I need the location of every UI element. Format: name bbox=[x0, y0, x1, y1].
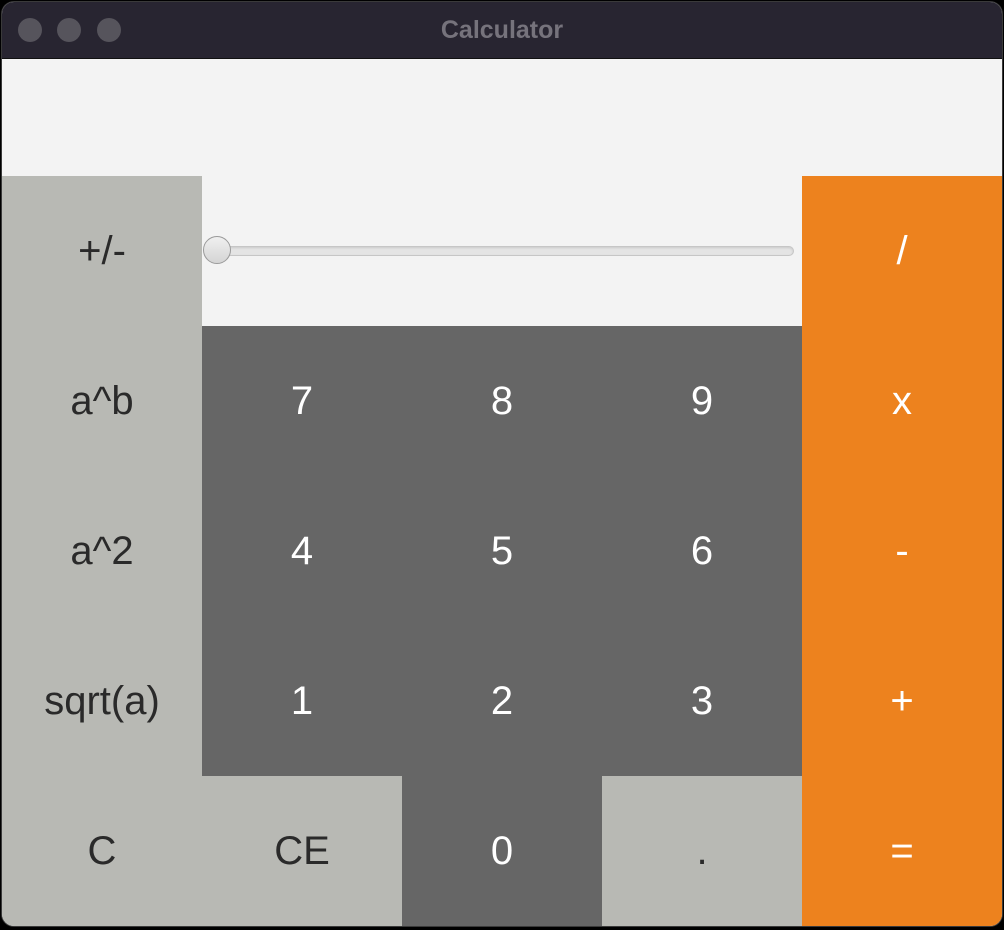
calculator-display bbox=[2, 59, 1002, 176]
digit-2-button[interactable]: 2 bbox=[402, 626, 602, 776]
digit-7-button[interactable]: 7 bbox=[202, 326, 402, 476]
digit-4-button[interactable]: 4 bbox=[202, 476, 402, 626]
digit-9-button[interactable]: 9 bbox=[602, 326, 802, 476]
equals-button[interactable]: = bbox=[802, 776, 1002, 926]
value-slider[interactable] bbox=[202, 176, 802, 326]
slider-thumb[interactable] bbox=[203, 236, 231, 264]
clear-entry-button[interactable]: CE bbox=[202, 776, 402, 926]
title-bar[interactable]: Calculator bbox=[2, 2, 1002, 59]
digit-1-button[interactable]: 1 bbox=[202, 626, 402, 776]
window-title: Calculator bbox=[440, 16, 564, 44]
square-button[interactable]: a^2 bbox=[2, 476, 202, 626]
subtract-button[interactable]: - bbox=[802, 476, 1002, 626]
clear-button[interactable]: C bbox=[2, 776, 202, 926]
digit-3-button[interactable]: 3 bbox=[602, 626, 802, 776]
divide-button[interactable]: / bbox=[802, 176, 1002, 326]
calculator-window: Calculator +/- / a^b 7 8 9 x a^2 4 5 6 -… bbox=[2, 2, 1002, 926]
digit-5-button[interactable]: 5 bbox=[402, 476, 602, 626]
digit-6-button[interactable]: 6 bbox=[602, 476, 802, 626]
power-button[interactable]: a^b bbox=[2, 326, 202, 476]
multiply-button[interactable]: x bbox=[802, 326, 1002, 476]
slider-track[interactable] bbox=[218, 246, 794, 256]
decimal-button[interactable]: . bbox=[602, 776, 802, 926]
digit-0-button[interactable]: 0 bbox=[402, 776, 602, 926]
negate-button[interactable]: +/- bbox=[2, 176, 202, 326]
sqrt-button[interactable]: sqrt(a) bbox=[2, 626, 202, 776]
add-button[interactable]: + bbox=[802, 626, 1002, 776]
digit-8-button[interactable]: 8 bbox=[402, 326, 602, 476]
